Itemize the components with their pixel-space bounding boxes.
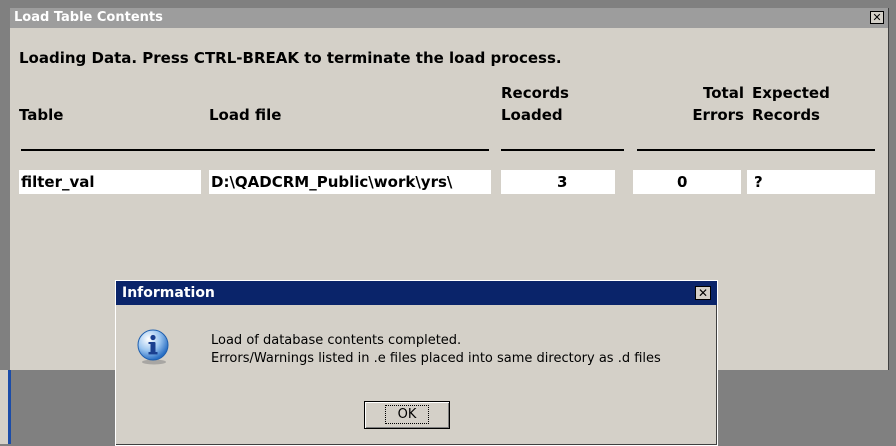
information-dialog: Information ✕ Load of database contents … — [115, 280, 718, 446]
main-window-title: Load Table Contents — [14, 10, 163, 25]
background-window-border — [8, 370, 11, 444]
column-header-expected-records-line1: Expected — [752, 84, 830, 102]
column-header-expected-records: Expected Records — [752, 82, 830, 126]
main-title-bar[interactable]: Load Table Contents ✕ — [10, 8, 888, 28]
status-message: Loading Data. Press CTRL-BREAK to termin… — [19, 49, 562, 67]
column-header-expected-records-line2: Records — [752, 106, 820, 124]
column-header-load-file: Load file — [209, 106, 282, 124]
column-header-total-errors-line1: Total — [703, 84, 744, 102]
header-divider-right — [637, 149, 875, 151]
row-load-file-cell: D:\QADCRM_Public\work\yrs\ — [209, 170, 491, 194]
column-header-total-errors-line2: Errors — [692, 106, 744, 124]
header-divider-left — [21, 149, 489, 151]
ok-button-label: OK — [384, 405, 430, 424]
close-icon: ✕ — [872, 11, 882, 24]
row-expected-records-cell: ? — [747, 170, 875, 194]
row-records-loaded-cell: 3 — [501, 170, 615, 194]
header-divider-records — [501, 149, 624, 151]
column-header-records-loaded: Records Loaded — [501, 82, 569, 126]
column-header-records-loaded-line2: Loaded — [501, 106, 563, 124]
column-header-total-errors: Total Errors — [688, 82, 744, 126]
column-header-records-loaded-line1: Records — [501, 84, 569, 102]
main-close-button[interactable]: ✕ — [870, 11, 884, 24]
dialog-close-button[interactable]: ✕ — [695, 286, 711, 300]
ok-button[interactable]: OK — [364, 401, 450, 429]
dialog-message-line1: Load of database contents completed. — [211, 333, 462, 348]
column-header-table: Table — [19, 106, 64, 124]
dialog-title: Information — [122, 285, 215, 301]
row-total-errors-cell: 0 — [633, 170, 741, 194]
information-icon — [137, 329, 169, 365]
dialog-title-bar[interactable]: Information ✕ — [116, 281, 717, 305]
row-table-cell: filter_val — [19, 170, 201, 194]
dialog-message-line2: Errors/Warnings listed in .e files place… — [211, 351, 661, 366]
close-icon: ✕ — [697, 286, 709, 300]
